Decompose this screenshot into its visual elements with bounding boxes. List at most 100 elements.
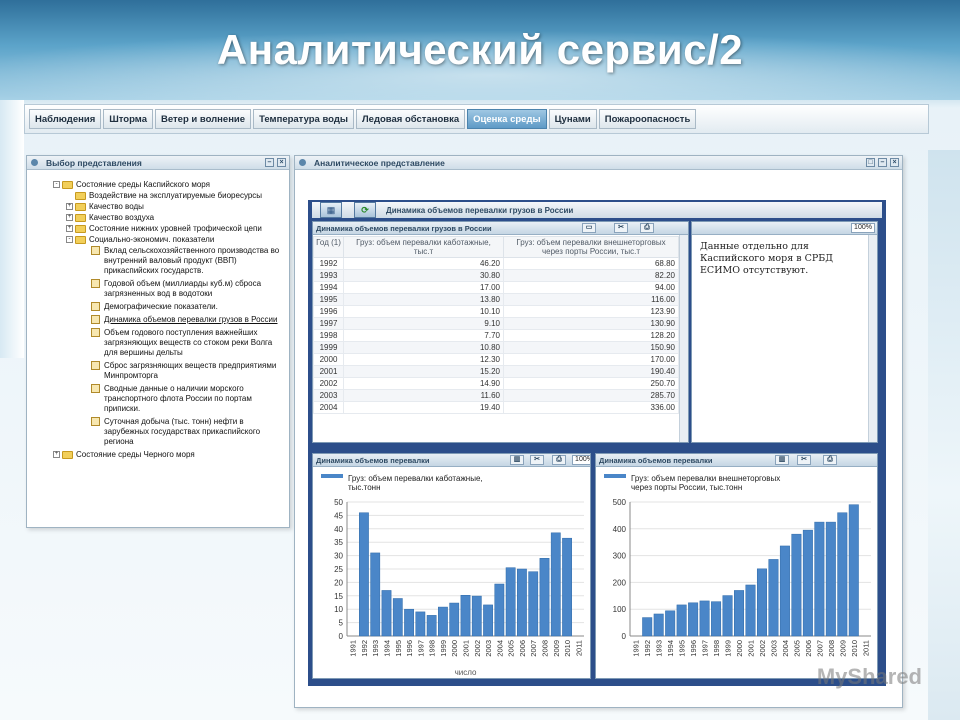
bar[interactable] <box>711 601 722 637</box>
bar[interactable] <box>837 512 848 637</box>
tree-node-label[interactable]: Качество воды <box>89 202 144 212</box>
bar[interactable] <box>642 617 653 637</box>
note-scrollbar[interactable] <box>868 235 877 442</box>
table-view-icon[interactable]: ▦ <box>320 202 342 218</box>
tree-node[interactable]: + Состояние нижних уровней трофической це… <box>66 224 285 234</box>
bar[interactable] <box>426 615 437 637</box>
tree-node-label[interactable]: Демографические показатели. <box>104 302 218 312</box>
table-row[interactable]: 1997 9.10 130.90 <box>313 317 679 330</box>
bar[interactable] <box>779 545 790 637</box>
tree-node-label[interactable]: Сброс загрязняющих веществ предприятиями… <box>104 361 285 381</box>
column-header[interactable]: Груз: объем перевалки каботажные, тыс.т <box>343 236 504 258</box>
expand-icon[interactable]: + <box>66 214 73 221</box>
tree-node-label[interactable]: Сводные данные о наличии морского трансп… <box>104 384 285 414</box>
tree-node-label[interactable]: Объем годового поступления важнейших заг… <box>104 328 285 358</box>
bar[interactable] <box>734 590 745 637</box>
tree-node[interactable]: Объем годового поступления важнейших заг… <box>91 328 285 358</box>
tree-node[interactable]: Суточная добыча (тыс. тонн) нефти в зару… <box>91 417 285 447</box>
bar[interactable] <box>359 512 369 637</box>
tree-node[interactable]: + Качество воды <box>66 202 285 212</box>
table-row[interactable]: 1994 17.00 94.00 <box>313 281 679 294</box>
tools-icon[interactable]: ✂ <box>614 223 628 233</box>
tab-4[interactable]: Температура воды <box>253 109 354 129</box>
tree-node[interactable]: Воздействие на эксплуатируемые биоресурс… <box>66 191 285 201</box>
column-header[interactable]: Год (1) <box>313 236 344 258</box>
bar[interactable] <box>528 571 539 637</box>
bar[interactable] <box>370 552 381 637</box>
bar[interactable] <box>745 584 756 637</box>
bar[interactable] <box>483 604 493 637</box>
bar[interactable] <box>848 504 859 637</box>
tree-node[interactable]: + Качество воздуха <box>66 213 285 223</box>
bar[interactable] <box>438 606 448 637</box>
table-row[interactable]: 1995 13.80 116.00 <box>313 293 679 306</box>
table-row[interactable]: 2000 12.30 170.00 <box>313 353 679 366</box>
bar[interactable] <box>653 613 664 637</box>
bar[interactable] <box>381 590 392 637</box>
expand-icon[interactable]: + <box>66 203 73 210</box>
tools-icon[interactable]: ✂ <box>530 455 544 465</box>
close-icon[interactable]: × <box>277 158 286 167</box>
table-row[interactable]: 1996 10.10 123.90 <box>313 305 679 318</box>
bar[interactable] <box>404 608 414 637</box>
bar[interactable] <box>802 529 813 637</box>
bar[interactable] <box>392 598 403 637</box>
minimize-icon[interactable]: – <box>878 158 887 167</box>
bar[interactable] <box>562 537 572 637</box>
tab-3[interactable]: Ветер и волнение <box>154 109 252 129</box>
column-header[interactable]: Груз: объем перевалки внешнеторговых чер… <box>503 236 679 258</box>
table-row[interactable]: 2004 19.40 336.00 <box>313 401 679 414</box>
bar[interactable] <box>676 604 687 637</box>
table-row[interactable]: 1992 46.20 68.80 <box>313 257 679 270</box>
table-row[interactable]: 1998 7.70 128.20 <box>313 329 679 342</box>
bar[interactable] <box>665 610 676 637</box>
bar[interactable] <box>688 602 699 637</box>
tab-8[interactable]: Пожароопасность <box>598 109 697 129</box>
bar[interactable] <box>814 521 825 637</box>
bar[interactable] <box>494 583 505 637</box>
tree-node[interactable]: - Состояние среды Каспийского моря <box>53 180 285 190</box>
refresh-icon[interactable]: ⟳ <box>354 202 376 218</box>
print-icon[interactable]: ⎙ <box>823 455 837 465</box>
table-scrollbar[interactable] <box>679 235 688 442</box>
bar[interactable] <box>449 602 460 637</box>
table-row[interactable]: 2002 14.90 250.70 <box>313 377 679 390</box>
window-icon[interactable]: ▭ <box>582 223 596 233</box>
chart-zoom[interactable]: 100% <box>572 455 590 465</box>
tab-1[interactable]: Наблюдения <box>29 109 102 129</box>
tab-5[interactable]: Ледовая обстановка <box>356 109 466 129</box>
tree-node-label[interactable]: Социально-экономич. показатели <box>89 235 214 245</box>
tree-node[interactable]: Сводные данные о наличии морского трансп… <box>91 384 285 414</box>
bar[interactable] <box>791 533 802 637</box>
bar[interactable] <box>505 567 516 637</box>
tree-node[interactable]: Сброс загрязняющих веществ предприятиями… <box>91 361 285 381</box>
chart-type-icon[interactable]: ▥ <box>775 455 789 465</box>
bar[interactable] <box>699 600 710 637</box>
expand-icon[interactable]: + <box>53 451 60 458</box>
tree-node-label[interactable]: Суточная добыча (тыс. тонн) нефти в зару… <box>104 417 285 447</box>
note-zoom[interactable]: 100% <box>851 223 875 233</box>
table-row[interactable]: 2001 15.20 190.40 <box>313 365 679 378</box>
bar[interactable] <box>550 532 561 637</box>
close-icon[interactable]: × <box>890 158 899 167</box>
tree-node-label[interactable]: Динамика объемов перевалки грузов в Росс… <box>104 315 277 325</box>
panel-collapse-icon[interactable] <box>299 159 306 166</box>
table-row[interactable]: 1993 30.80 82.20 <box>313 269 679 282</box>
bar[interactable] <box>460 595 471 637</box>
maximize-icon[interactable]: □ <box>866 158 875 167</box>
bar[interactable] <box>722 595 733 637</box>
tree-node-label[interactable]: Годовой объем (миллиарды куб.м) сброса з… <box>104 279 285 299</box>
bar[interactable] <box>756 568 767 637</box>
bar[interactable] <box>539 558 550 637</box>
collapse-icon[interactable]: - <box>53 181 60 188</box>
bar[interactable] <box>517 568 527 637</box>
table-row[interactable]: 1999 10.80 150.90 <box>313 341 679 354</box>
print-icon[interactable]: ⎙ <box>640 223 654 233</box>
bar[interactable] <box>415 611 426 637</box>
bar[interactable] <box>471 595 482 637</box>
tree-node-label[interactable]: Качество воздуха <box>89 213 154 223</box>
tree-node[interactable]: Годовой объем (миллиарды куб.м) сброса з… <box>91 279 285 299</box>
tree-node[interactable]: Вклад сельскохозяйственного производства… <box>91 246 285 276</box>
tree-node-label[interactable]: Состояние среды Каспийского моря <box>76 180 210 190</box>
chart-type-icon[interactable]: ▥ <box>510 455 524 465</box>
